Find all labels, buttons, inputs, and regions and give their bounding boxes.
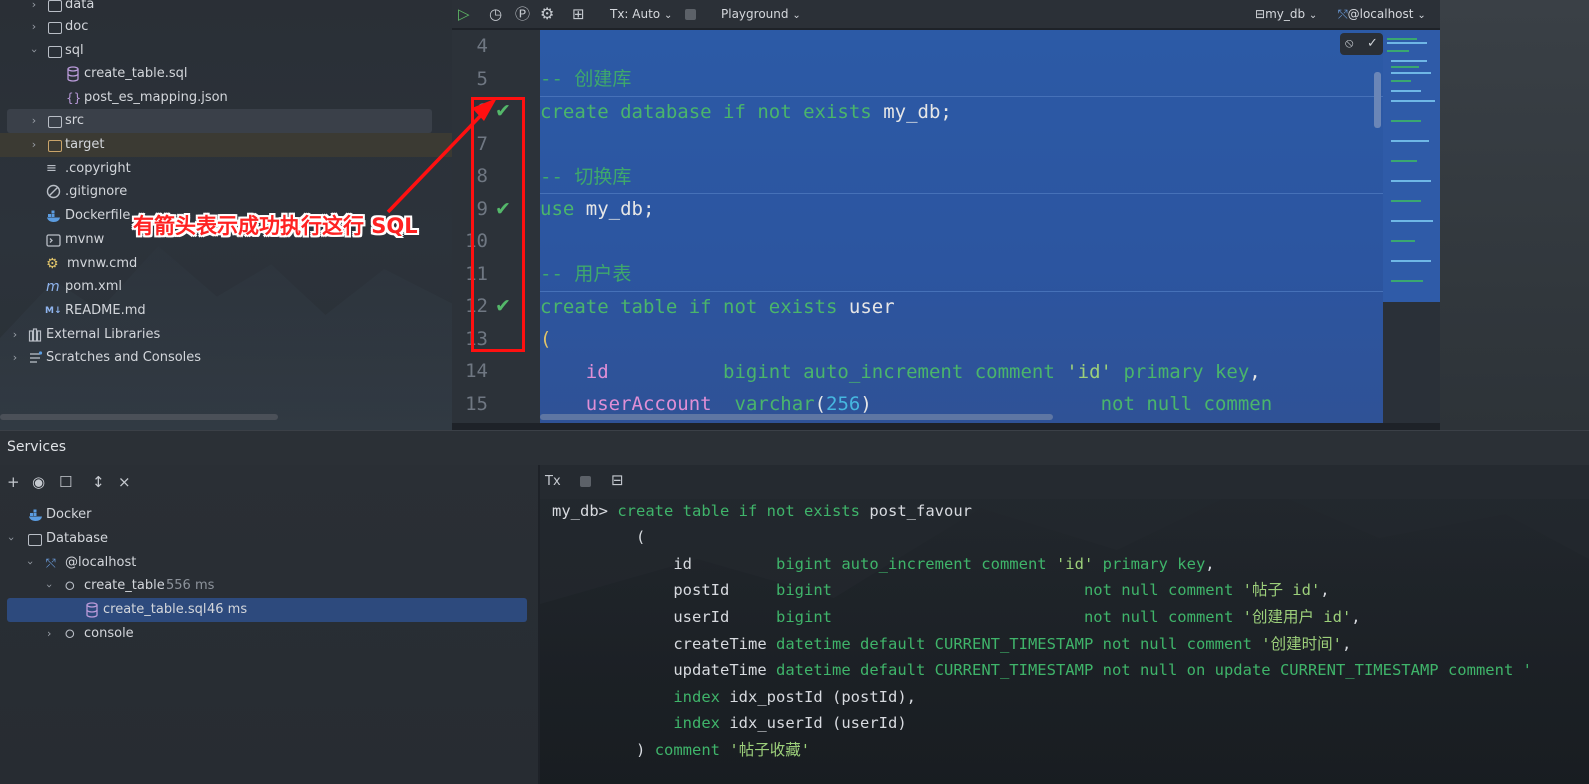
- folder-icon: [28, 534, 42, 546]
- chevron-down-icon[interactable]: ›: [18, 561, 42, 565]
- services-title: Services: [7, 439, 67, 455]
- console-line: userId bigint not null comment '创建用户 id'…: [673, 608, 1361, 626]
- eye-icon[interactable]: ◉: [32, 473, 45, 491]
- console-line: updateTime datetime default CURRENT_TIME…: [673, 661, 1532, 679]
- tx-icon[interactable]: Tx: [545, 474, 561, 489]
- session-icon: ⭘: [65, 579, 75, 593]
- docker-icon: [28, 503, 44, 531]
- console-line: createTime datetime default CURRENT_TIME…: [673, 635, 1352, 653]
- console-line: id bigint auto_increment comment 'id' pr…: [673, 555, 1215, 573]
- new-group-icon[interactable]: ☐: [59, 473, 72, 491]
- console-line: (: [636, 528, 646, 546]
- annotation-text: 有箭头表示成功执行这行 SQL: [133, 214, 418, 238]
- chevron-right-icon[interactable]: ›: [47, 622, 51, 646]
- console-line: postId bigint not null comment '帖子 id',: [673, 581, 1330, 599]
- console-line: index idx_postId (postId),: [673, 688, 916, 706]
- add-icon[interactable]: +: [7, 473, 20, 491]
- chevron-down-icon[interactable]: ›: [0, 537, 23, 541]
- layout-icon[interactable]: ⊟: [611, 471, 624, 489]
- datasource-icon: ⤲: [46, 556, 56, 570]
- expand-all-icon[interactable]: ↕: [92, 473, 105, 491]
- services-header: Services: [0, 430, 1589, 465]
- chevron-down-icon[interactable]: ›: [37, 584, 61, 588]
- console-line: ) comment '帖子收藏': [636, 741, 811, 759]
- session-icon: ⭘: [65, 627, 75, 641]
- collapse-all-icon[interactable]: ⨯: [118, 473, 131, 491]
- console-toolbar: Tx ⊟: [540, 465, 1589, 499]
- console-line: my_db> create table if not exists post_f…: [552, 502, 972, 520]
- stop-icon[interactable]: [580, 476, 591, 487]
- console-line: index idx_userId (userId): [673, 714, 907, 732]
